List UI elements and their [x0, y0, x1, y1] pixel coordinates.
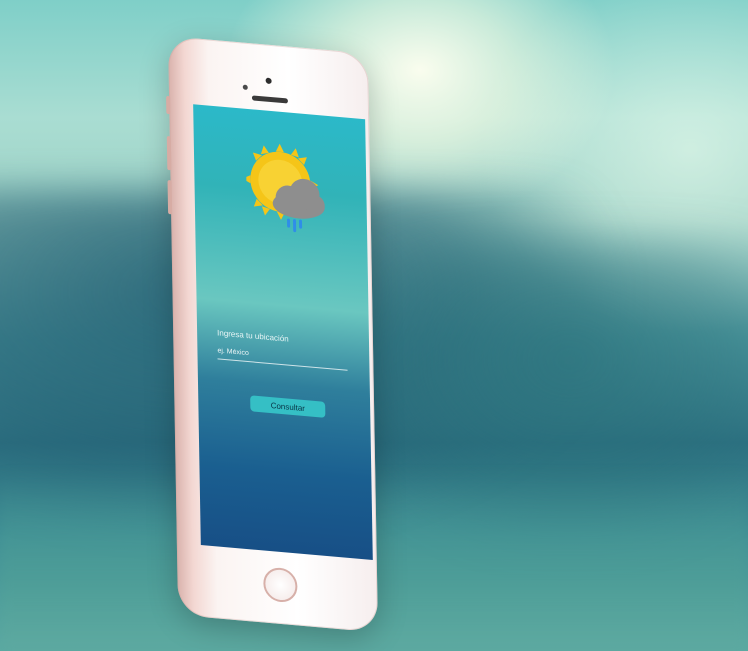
front-camera	[265, 77, 272, 85]
sun-cloud-rain-icon	[245, 143, 325, 233]
background-scene: Ingresa tu ubicación Consultar	[0, 0, 748, 651]
proximity-sensor	[242, 84, 248, 91]
volume-up-button	[166, 135, 172, 171]
location-label: Ingresa tu ubicación	[217, 328, 289, 344]
volume-down-button	[167, 179, 173, 215]
earpiece-speaker	[251, 95, 288, 104]
consultar-button[interactable]: Consultar	[250, 395, 326, 418]
app-screen: Ingresa tu ubicación Consultar	[193, 104, 373, 561]
rain-icon	[287, 218, 303, 233]
mute-switch	[166, 95, 171, 115]
home-button[interactable]	[263, 566, 298, 604]
location-input[interactable]	[217, 342, 348, 371]
phone-device: Ingresa tu ubicación Consultar	[166, 36, 379, 633]
